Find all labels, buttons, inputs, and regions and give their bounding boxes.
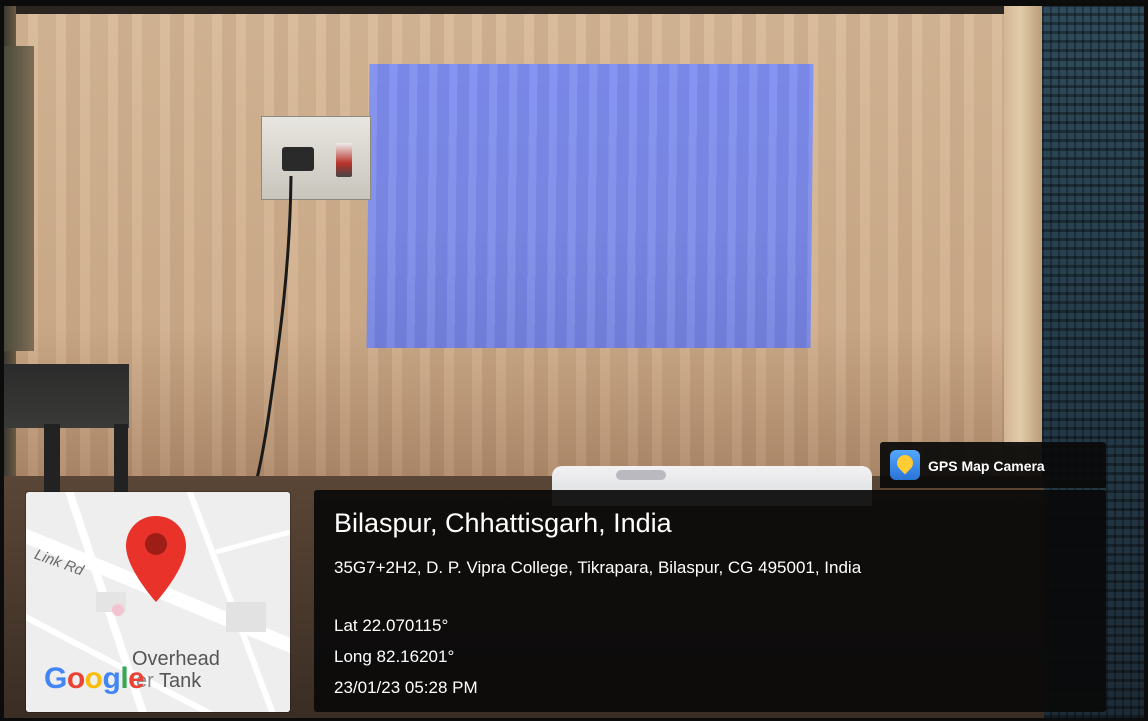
wall-frame <box>4 46 34 351</box>
map-pin-icon <box>126 516 186 602</box>
address-text: 35G7+2H2, D. P. Vipra College, Tikrapara… <box>334 558 862 577</box>
gps-map-camera-badge: GPS Map Camera <box>880 442 1106 488</box>
longitude-text: Long 82.16201° <box>334 647 455 666</box>
wall-switchboard <box>261 116 371 200</box>
projector-lens <box>616 470 666 480</box>
map-poi-label-line2: Tank <box>159 670 202 692</box>
power-socket <box>282 147 314 171</box>
location-info-card: Bilaspur, Chhattisgarh, India 35G7+2H2, … <box>314 490 1106 712</box>
location-pin-icon <box>893 451 917 475</box>
map-thumbnail: Link Rd Overhead er Tank Google <box>26 492 290 712</box>
ceiling-edge <box>4 6 1144 14</box>
map-poi-label: Overhead er Tank <box>132 648 220 692</box>
side-table <box>4 364 129 428</box>
projected-blue-screen <box>366 64 814 348</box>
app-name: GPS Map Camera <box>928 458 1045 474</box>
google-logo: Google <box>44 662 145 695</box>
power-switch <box>336 143 352 177</box>
datetime-text: 23/01/23 05:28 PM <box>334 678 478 697</box>
place-title: Bilaspur, Chhattisgarh, India <box>334 508 672 538</box>
map-poi-label-line1: Overhead <box>132 648 220 670</box>
wall-pillar <box>1004 6 1044 446</box>
latitude-text: Lat 22.070115° <box>334 616 449 635</box>
gps-map-camera-app-icon <box>890 450 920 480</box>
